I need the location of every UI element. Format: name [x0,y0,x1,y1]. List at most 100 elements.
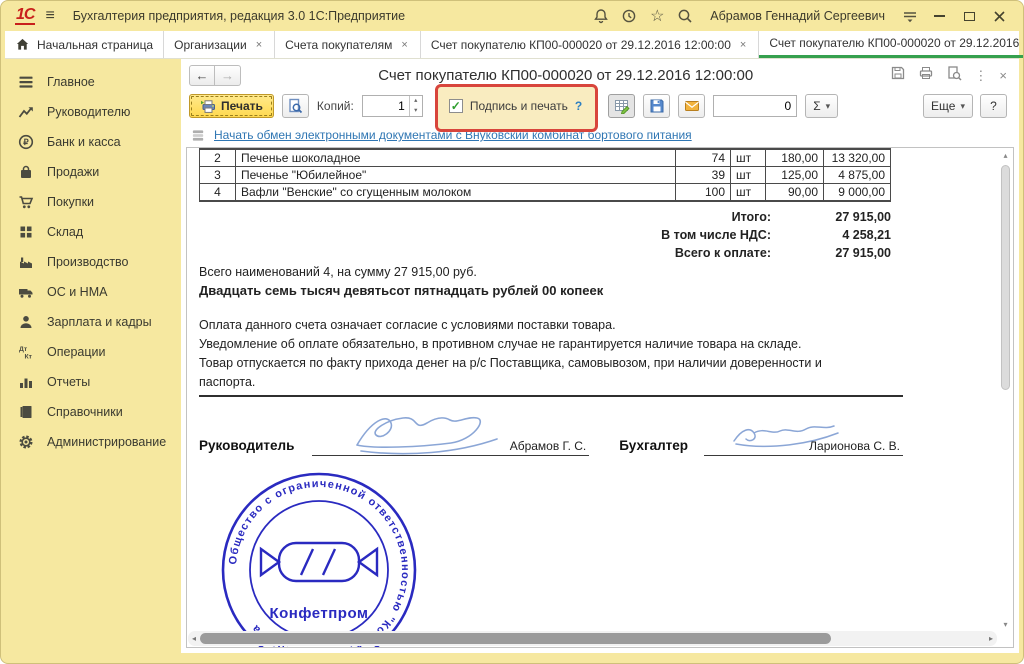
sidebar-item-reports[interactable]: Отчеты [5,367,181,397]
send-email-button[interactable] [678,94,705,118]
document-title: Счет покупателю КП00-000020 от 29.12.201… [241,67,890,84]
sidebar-item-purchases[interactable]: Покупки [5,187,181,217]
stepper-up-icon[interactable]: ▴ [410,96,422,106]
checkbox-icon[interactable]: ✓ [449,99,463,113]
accountant-name: Ларионова С. В. [809,439,900,453]
amount-in-words: Двадцать семь тысяч девятьсот пятнадцать… [199,283,603,298]
payable-label: Всего к оплате: [675,246,771,264]
minimize-button[interactable] [929,6,949,26]
more-dots-icon[interactable]: ⋮ [974,68,987,84]
maximize-button[interactable] [959,6,979,26]
tab-label: Счета покупателям [285,38,392,52]
notifications-bell-icon[interactable] [592,7,610,25]
preview-icon[interactable] [946,65,962,86]
sum-counter-input[interactable] [713,95,797,117]
close-tab-icon[interactable]: × [399,38,409,52]
close-tab-icon[interactable]: × [254,38,264,52]
edit-layout-button[interactable] [608,94,635,118]
cell-row-number: 4 [200,184,236,202]
sidebar-item-administration[interactable]: Администрирование [5,427,181,457]
book-icon [18,404,34,420]
close-document-icon[interactable]: × [999,68,1007,83]
home-icon [15,37,30,52]
bag-icon [18,164,34,180]
director-name: Абрамов Г. С. [510,439,587,453]
tab-home[interactable]: Начальная страница [5,31,164,58]
sign-and-print-checkbox-group[interactable]: ✓ Подпись и печать ? [439,93,592,119]
close-window-button[interactable] [989,6,1009,26]
terms-line: паспорта. [199,373,919,392]
save-document-button[interactable] [643,94,670,118]
horizontal-scrollbar[interactable]: ◂ ▸ [188,631,997,646]
sidebar-item-manager[interactable]: Руководителю [5,97,181,127]
person-icon [18,314,34,330]
search-icon[interactable] [676,7,694,25]
copies-input[interactable] [363,96,409,116]
back-button[interactable]: ← [189,65,215,86]
scroll-down-icon[interactable]: ▾ [999,620,1012,629]
stepper-down-icon[interactable]: ▾ [410,106,422,116]
totals-block: Итого:27 915,00 В том числе НДС:4 258,21… [199,210,891,264]
service-menu-icon[interactable] [901,7,919,25]
factory-icon [18,254,34,270]
sidebar-item-operations[interactable]: ДтКт Операции [5,337,181,367]
sidebar-item-directories[interactable]: Справочники [5,397,181,427]
cell-sum: 13 320,00 [824,149,891,167]
sidebar-item-production[interactable]: Производство [5,247,181,277]
current-user[interactable]: Абрамов Геннадий Сергеевич [710,9,885,23]
main-menu-icon[interactable]: ≡ [45,7,54,25]
truck-icon [18,284,34,300]
favorites-star-icon[interactable]: ☆ [648,7,666,25]
1c-logo: 1С [15,8,35,25]
save-icon[interactable] [890,65,906,86]
terms-line: Товар отпускается по факту прихода денег… [199,354,919,373]
payable-value: 27 915,00 [771,246,891,264]
scroll-right-icon[interactable]: ▸ [985,634,997,643]
scroll-left-icon[interactable]: ◂ [188,634,200,643]
sidebar-item-label: Покупки [47,195,94,209]
copies-stepper[interactable]: ▴▾ [362,95,423,117]
forward-button[interactable]: → [215,65,241,86]
tab-organizations[interactable]: Организации × [164,31,275,58]
sigma-button[interactable]: Σ ▾ [805,94,838,118]
more-button[interactable]: Еще ▾ [923,94,973,118]
sidebar-item-warehouse[interactable]: Склад [5,217,181,247]
print-icon[interactable] [918,65,934,86]
document-toolbar: Печать Копий: ▴▾ ✓ Подпись и печать ? [181,89,1019,123]
sidebar-item-bank-cash[interactable]: ₽ Банк и касса [5,127,181,157]
vat-value: 4 258,21 [771,228,891,246]
signatures-block: Руководитель Абрамов Г. С. Бухгалтер [199,410,903,456]
vertical-scrollbar[interactable]: ▴ ▾ [999,149,1012,629]
close-tab-icon[interactable]: × [738,38,748,52]
items-summary-line: Всего наименований 4, на сумму 27 915,00… [199,265,477,279]
sidebar-item-main[interactable]: Главное [5,67,181,97]
tab-invoice-kp00-000020[interactable]: Счет покупателю КП00-000020 от 29.12.201… [421,31,759,58]
sidebar-item-label: Склад [47,225,83,239]
sidebar-item-label: Зарплата и кадры [47,315,152,329]
stamp-ring-text: Общество с ограниченной ответственностью… [227,478,411,648]
sidebar-item-salary-hr[interactable]: Зарплата и кадры [5,307,181,337]
sidebar-item-label: Руководителю [47,105,130,119]
cell-quantity: 100 [676,184,731,202]
print-button[interactable]: Печать [189,94,274,118]
payment-terms: Оплата данного счета означает согласие с… [199,316,919,392]
horizontal-scroll-thumb[interactable] [200,633,831,644]
total-value: 27 915,00 [771,210,891,228]
sidebar-item-fixed-assets[interactable]: ОС и НМА [5,277,181,307]
sign-and-print-label: Подпись и печать [470,99,568,113]
vertical-scroll-thumb[interactable] [1001,165,1010,390]
sign-help-icon[interactable]: ? [575,99,582,113]
history-icon[interactable] [620,7,638,25]
sidebar-item-sales[interactable]: Продажи [5,157,181,187]
table-row: 2 Печенье шоколадное 74 шт 180,00 13 320… [200,149,891,167]
scroll-up-icon[interactable]: ▴ [999,151,1012,160]
tab-label: Начальная страница [37,38,153,52]
invoice-items-table: 2 Печенье шоколадное 74 шт 180,00 13 320… [199,148,891,202]
tab-invoice-kp00-000020-active[interactable]: Счет покупателю КП00-000020 от 29.12.201… [759,31,1024,58]
help-button[interactable]: ? [980,94,1007,118]
printer-icon [200,98,216,114]
tab-customer-invoices[interactable]: Счета покупателям × [275,31,421,58]
preview-button[interactable] [282,94,309,118]
cell-item-name: Печенье шоколадное [236,149,676,167]
document-header: ← → Счет покупателю КП00-000020 от 29.12… [181,59,1019,89]
